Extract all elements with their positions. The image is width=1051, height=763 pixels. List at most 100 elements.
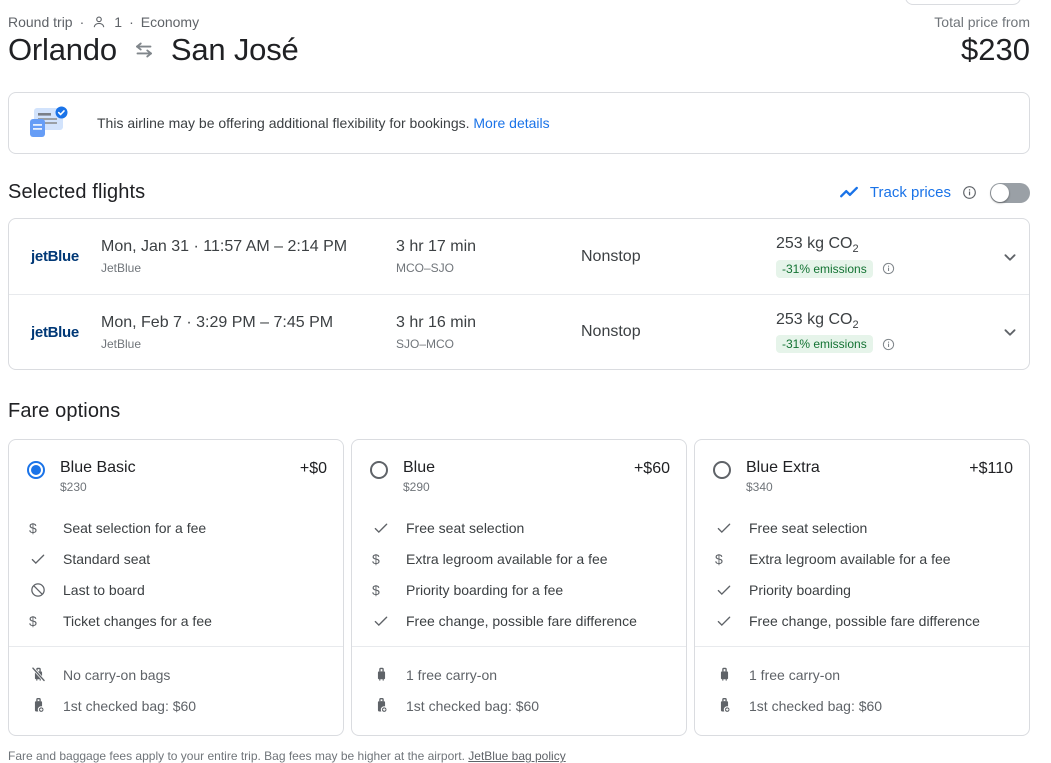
flexibility-banner: This airline may be offering additional … (8, 92, 1030, 154)
total-price-value: $230 (961, 32, 1030, 68)
fare-delta: +$0 (300, 460, 327, 478)
swap-arrows-icon (131, 37, 157, 63)
checked-bag-add-icon (715, 696, 739, 715)
fare-feature: $ Extra legroom available for a fee (695, 543, 1029, 574)
stops-label: Nonstop (581, 248, 776, 266)
fare-feature: Free seat selection (695, 512, 1029, 543)
trip-type-label: Round trip (8, 14, 73, 30)
fare-feature: Standard seat (9, 543, 343, 574)
booking-page: Round trip · 1 · Economy Total price fro… (0, 0, 1051, 763)
divider (9, 646, 343, 647)
flight-route: SJO–MCO (396, 337, 581, 351)
fare-feature: $ Ticket changes for a fee (9, 605, 343, 636)
cabin-class-label: Economy (141, 14, 199, 30)
dollar-icon: $ (29, 613, 53, 629)
fare-feature: Free change, possible fare difference (352, 605, 686, 636)
fare-price: $290 (403, 480, 634, 494)
dollar-icon: $ (372, 582, 396, 598)
fare-feature: $ Extra legroom available for a fee (352, 543, 686, 574)
carry-on-crossed-icon (29, 665, 53, 684)
fare-delta: +$110 (969, 460, 1013, 478)
co2-amount: 253 kg CO2 (776, 235, 991, 255)
co2-amount: 253 kg CO2 (776, 311, 991, 331)
dollar-icon: $ (372, 551, 396, 567)
flight-row-outbound[interactable]: jetBlue Mon, Jan 31 · 11:57 AM – 2:14 PM… (9, 219, 1029, 294)
info-icon[interactable] (881, 261, 896, 276)
fare-name: Blue Basic (60, 459, 136, 476)
fare-feature: Priority boarding (695, 574, 1029, 605)
selected-flights-heading: Selected flights (8, 181, 145, 204)
booking-flexibility-icon (25, 104, 69, 142)
fare-options-heading: Fare options (8, 400, 1030, 423)
track-prices-control: Track prices (838, 182, 1030, 204)
check-icon (372, 612, 396, 630)
fare-feature: Free seat selection (352, 512, 686, 543)
dollar-icon: $ (715, 551, 739, 567)
separator-dot: · (129, 14, 134, 30)
emissions-badge: -31% emissions (776, 260, 873, 278)
radio-button[interactable] (370, 461, 388, 479)
baggage-item: 1st checked bag: $60 (352, 690, 686, 721)
check-icon (715, 612, 739, 630)
baggage-item: No carry-on bags (9, 659, 343, 690)
bag-policy-link[interactable]: JetBlue bag policy (468, 749, 565, 763)
track-prices-label[interactable]: Track prices (870, 184, 951, 201)
chevron-down-icon[interactable] (995, 317, 1025, 347)
airline-name: JetBlue (101, 337, 396, 351)
route-title: Orlando San José (8, 32, 299, 68)
airline-name: JetBlue (101, 261, 396, 275)
origin-city: Orlando (8, 32, 117, 68)
trending-line-icon (838, 182, 860, 204)
fare-name: Blue Extra (746, 459, 820, 476)
fare-price: $230 (60, 480, 300, 494)
chevron-down-icon[interactable] (995, 242, 1025, 272)
track-prices-toggle[interactable] (990, 183, 1030, 203)
total-price-label: Total price from (934, 12, 1030, 30)
fare-delta: +$60 (634, 460, 670, 478)
divider (695, 646, 1029, 647)
baggage-item: 1st checked bag: $60 (9, 690, 343, 721)
fare-feature: Free change, possible fare difference (695, 605, 1029, 636)
carry-on-icon (372, 665, 396, 684)
selected-flights-list: jetBlue Mon, Jan 31 · 11:57 AM – 2:14 PM… (8, 218, 1030, 370)
baggage-item: 1 free carry-on (352, 659, 686, 690)
dollar-icon: $ (29, 520, 53, 536)
divider (352, 646, 686, 647)
flight-duration: 3 hr 17 min (396, 238, 581, 256)
baggage-item: 1st checked bag: $60 (695, 690, 1029, 721)
fare-price: $340 (746, 480, 969, 494)
flight-row-return[interactable]: jetBlue Mon, Feb 7 · 3:29 PM – 7:45 PM J… (9, 294, 1029, 369)
flight-schedule: Mon, Jan 31 · 11:57 AM – 2:14 PM (101, 238, 396, 256)
fare-card-blue-extra[interactable]: Blue Extra $340 +$110 Free seat selectio… (694, 439, 1030, 736)
info-icon[interactable] (961, 184, 978, 201)
flight-route: MCO–SJO (396, 261, 581, 275)
check-icon (715, 519, 739, 537)
fare-card-blue-basic[interactable]: Blue Basic $230 +$0 $ Seat selection for… (8, 439, 344, 736)
fare-feature: $ Priority boarding for a fee (352, 574, 686, 605)
carry-on-icon (715, 665, 739, 684)
fare-name: Blue (403, 459, 435, 476)
separator-dot: · (80, 14, 85, 30)
radio-button[interactable] (713, 461, 731, 479)
passenger-count: 1 (114, 14, 122, 30)
radio-button-selected[interactable] (27, 461, 45, 479)
check-icon (29, 550, 53, 568)
flexibility-message: This airline may be offering additional … (97, 115, 550, 131)
person-icon (91, 14, 107, 30)
destination-city: San José (171, 32, 299, 68)
jetblue-logo-text: jetBlue (31, 324, 79, 341)
ban-icon (29, 581, 53, 599)
fare-feature: $ Seat selection for a fee (9, 512, 343, 543)
airline-logo: jetBlue (9, 248, 101, 265)
checked-bag-add-icon (29, 696, 53, 715)
jetblue-logo-text: jetBlue (31, 248, 79, 265)
info-icon[interactable] (881, 337, 896, 352)
stops-label: Nonstop (581, 323, 776, 341)
fare-feature: Last to board (9, 574, 343, 605)
emissions-badge: -31% emissions (776, 335, 873, 353)
baggage-item: 1 free carry-on (695, 659, 1029, 690)
scrolled-card-edge (905, 0, 1021, 5)
more-details-link[interactable]: More details (473, 115, 549, 131)
flight-schedule: Mon, Feb 7 · 3:29 PM – 7:45 PM (101, 314, 396, 332)
fare-card-blue[interactable]: Blue $290 +$60 Free seat selection $ Ext… (351, 439, 687, 736)
